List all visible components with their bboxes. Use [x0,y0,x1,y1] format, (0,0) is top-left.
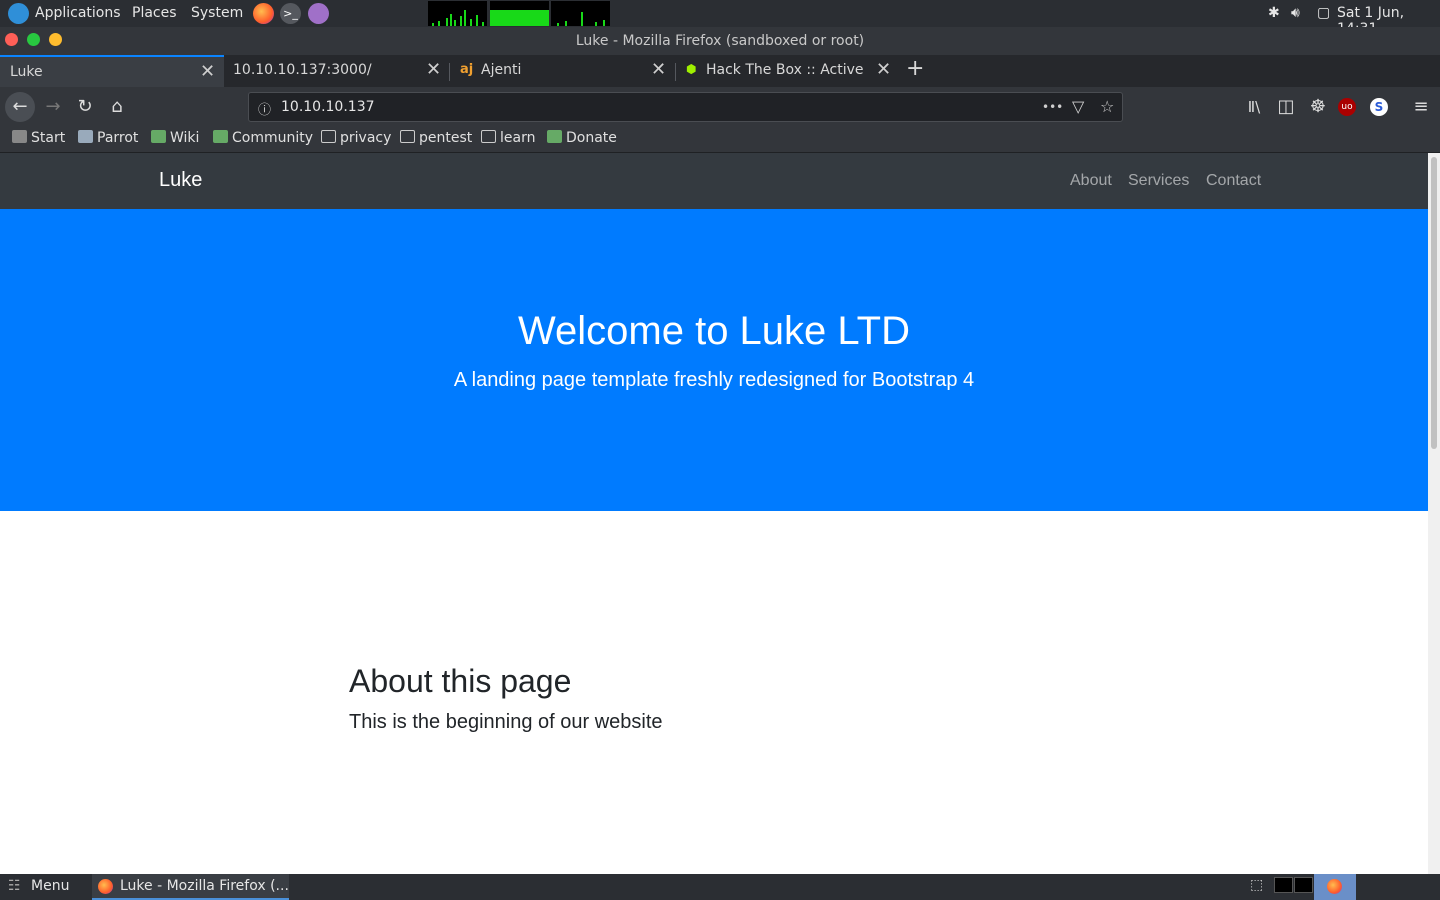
back-icon[interactable]: ← [5,92,35,122]
parrot-icon [547,130,562,143]
tab-luke[interactable]: Luke ✕ [0,55,224,87]
star-icon [12,130,27,143]
workspace-2[interactable] [1294,877,1313,893]
parrot-icon [213,130,228,143]
taskbar: ☷ Menu Luke - Mozilla Firefox (... ⬚ [0,874,1440,900]
bookmark-donate[interactable]: Donate [547,130,617,146]
firefox-tray-icon[interactable] [1314,874,1356,900]
hero-subtitle: A landing page template freshly redesign… [453,369,975,391]
tab-port-3000[interactable]: 10.10.10.137:3000/ ✕ [224,55,448,87]
about-text: This is the beginning of our website [349,711,663,733]
hero-section: Welcome to Luke LTD A landing page templ… [0,209,1428,511]
taskbar-menu-button[interactable]: ☷ Menu [8,878,69,894]
htb-icon: ⬢ [686,62,697,76]
url-bar[interactable]: ⓘ 10.10.10.137 ••• ▽ ☆ [248,92,1123,122]
page-scrollbar[interactable] [1428,153,1440,874]
grid-icon: ☷ [8,878,21,894]
nav-services[interactable]: Services [1128,172,1189,190]
ublock-icon[interactable]: uo [1338,98,1356,116]
firefox-icon[interactable] [253,3,274,24]
tab-hackthebox[interactable]: ⬢ Hack The Box :: Active M ✕ [676,55,900,87]
site-brand[interactable]: Luke [159,169,202,192]
extension-icon[interactable]: ☸ [1305,94,1331,120]
bluetooth-icon[interactable]: ✱ [1268,5,1280,21]
close-icon[interactable]: ✕ [200,61,215,82]
system-menu[interactable]: System [191,5,243,21]
about-title: About this page [349,663,572,699]
folder-icon [481,130,496,143]
tab-label: Luke [10,64,43,80]
page-actions-icon[interactable]: ••• [1042,100,1063,114]
bookmark-wiki[interactable]: Wiki [151,130,199,146]
firefox-icon [98,879,113,894]
memory-graph [490,1,549,26]
parrot-icon [151,130,166,143]
url-text[interactable]: 10.10.10.137 [281,99,375,115]
system-panel: Applications Places System >_ ✱ 🔊︎ ▢ Sat… [0,0,1440,37]
firefox-icon [1327,879,1342,894]
bookmark-folder-learn[interactable]: learn [481,130,535,146]
bookmark-community[interactable]: Community [213,130,313,146]
terminal-icon[interactable]: >_ [280,3,301,24]
bookmark-start[interactable]: Start [12,130,65,146]
site-navbar: Luke About Services Contact [0,153,1428,209]
network-graph [551,1,610,26]
ajenti-icon: aj [460,62,474,77]
volume-icon[interactable]: 🔊︎ [1291,5,1300,21]
close-icon[interactable]: ✕ [651,59,666,80]
display-icon[interactable]: ▢ [1317,5,1330,21]
screenshot-icon[interactable]: ⬚ [1250,877,1263,893]
star-icon[interactable]: ☆ [1100,97,1114,116]
workspace-1[interactable] [1274,877,1293,893]
tab-label: Ajenti [481,62,522,78]
tab-label: Hack The Box :: Active M [706,62,868,78]
forward-icon[interactable]: → [40,94,66,120]
tab-ajenti[interactable]: aj Ajenti ✕ [450,55,674,87]
new-tab-button[interactable]: + [906,56,924,88]
nav-contact[interactable]: Contact [1206,172,1261,190]
cpu-graph [428,1,487,26]
home-icon[interactable]: ⌂ [104,94,130,120]
folder-icon [400,130,415,143]
scrollbar-thumb[interactable] [1431,157,1437,449]
info-icon[interactable]: ⓘ [258,99,271,118]
s-extension-icon[interactable]: S [1370,98,1388,116]
tab-bar: Luke ✕ 10.10.10.137:3000/ ✕ aj Ajenti ✕ … [0,55,1440,87]
parrot-icon [78,130,93,143]
page-content: Luke About Services Contact Welcome to L… [0,153,1428,874]
sidebar-icon[interactable]: ◫ [1273,94,1299,120]
tab-label: 10.10.10.137:3000/ [233,62,372,78]
bookmark-folder-pentest[interactable]: pentest [400,130,472,146]
bookmarks-toolbar: Start Parrot Wiki Community privacy pent… [0,125,1440,153]
menu-icon[interactable]: ≡ [1408,94,1434,120]
taskbar-window-firefox[interactable]: Luke - Mozilla Firefox (... [92,874,289,900]
text-editor-icon[interactable] [308,3,329,24]
library-icon[interactable]: Ⅱ\ [1241,94,1267,120]
applications-menu[interactable]: Applications [35,5,121,21]
navigation-toolbar: ← → ↻ ⌂ ⓘ 10.10.10.137 ••• ▽ ☆ Ⅱ\ ◫ ☸ uo… [0,87,1440,125]
window-title: Luke - Mozilla Firefox (sandboxed or roo… [575,33,865,49]
hero-title: Welcome to Luke LTD [517,309,910,353]
folder-icon [321,130,336,143]
window-title-bar: Luke - Mozilla Firefox (sandboxed or roo… [0,27,1440,55]
pocket-icon[interactable]: ▽ [1072,97,1084,116]
places-menu[interactable]: Places [132,5,177,21]
taskbar-window-label: Luke - Mozilla Firefox (... [120,878,289,894]
bookmark-folder-privacy[interactable]: privacy [321,130,391,146]
reload-icon[interactable]: ↻ [72,94,98,120]
parrot-logo-icon[interactable] [8,3,29,24]
close-icon[interactable]: ✕ [876,59,891,80]
bookmark-parrot[interactable]: Parrot [78,130,138,146]
close-icon[interactable]: ✕ [426,59,441,80]
nav-about[interactable]: About [1070,172,1112,190]
